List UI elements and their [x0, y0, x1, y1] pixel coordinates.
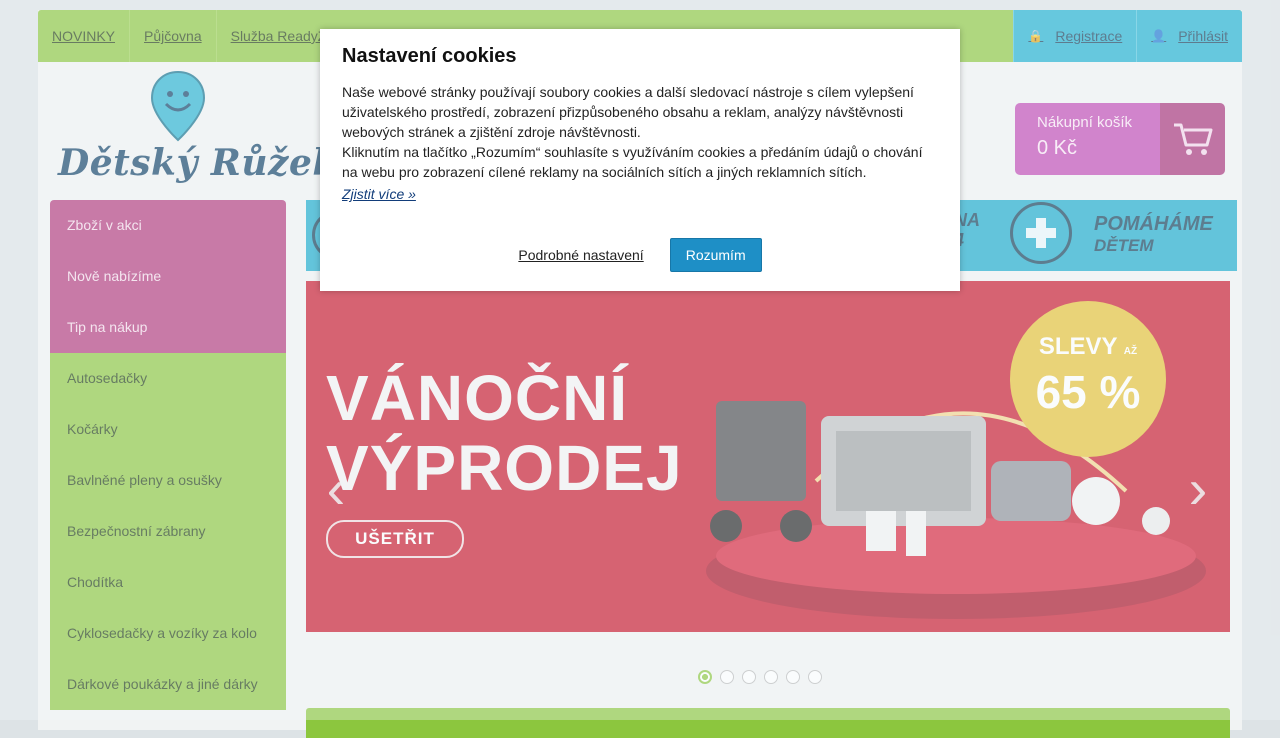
cookie-consent-dialog: Nastavení cookies Naše webové stránky po… [320, 29, 960, 291]
cookie-text-1: Naše webové stránky používají soubory co… [342, 84, 914, 140]
cookie-dialog-actions: Podrobné nastavení Rozumím [320, 238, 960, 272]
cookie-dialog-title: Nastavení cookies [342, 45, 517, 67]
cookie-settings-link[interactable]: Podrobné nastavení [518, 247, 643, 263]
cookie-dialog-text: Naše webové stránky používají soubory co… [342, 82, 938, 182]
cookie-text-2: Kliknutím na tlačítko „Rozumím“ souhlasí… [342, 144, 923, 180]
cookie-learn-more-link[interactable]: Zjistit více » [342, 186, 416, 202]
cookie-accept-button[interactable]: Rozumím [669, 238, 762, 272]
